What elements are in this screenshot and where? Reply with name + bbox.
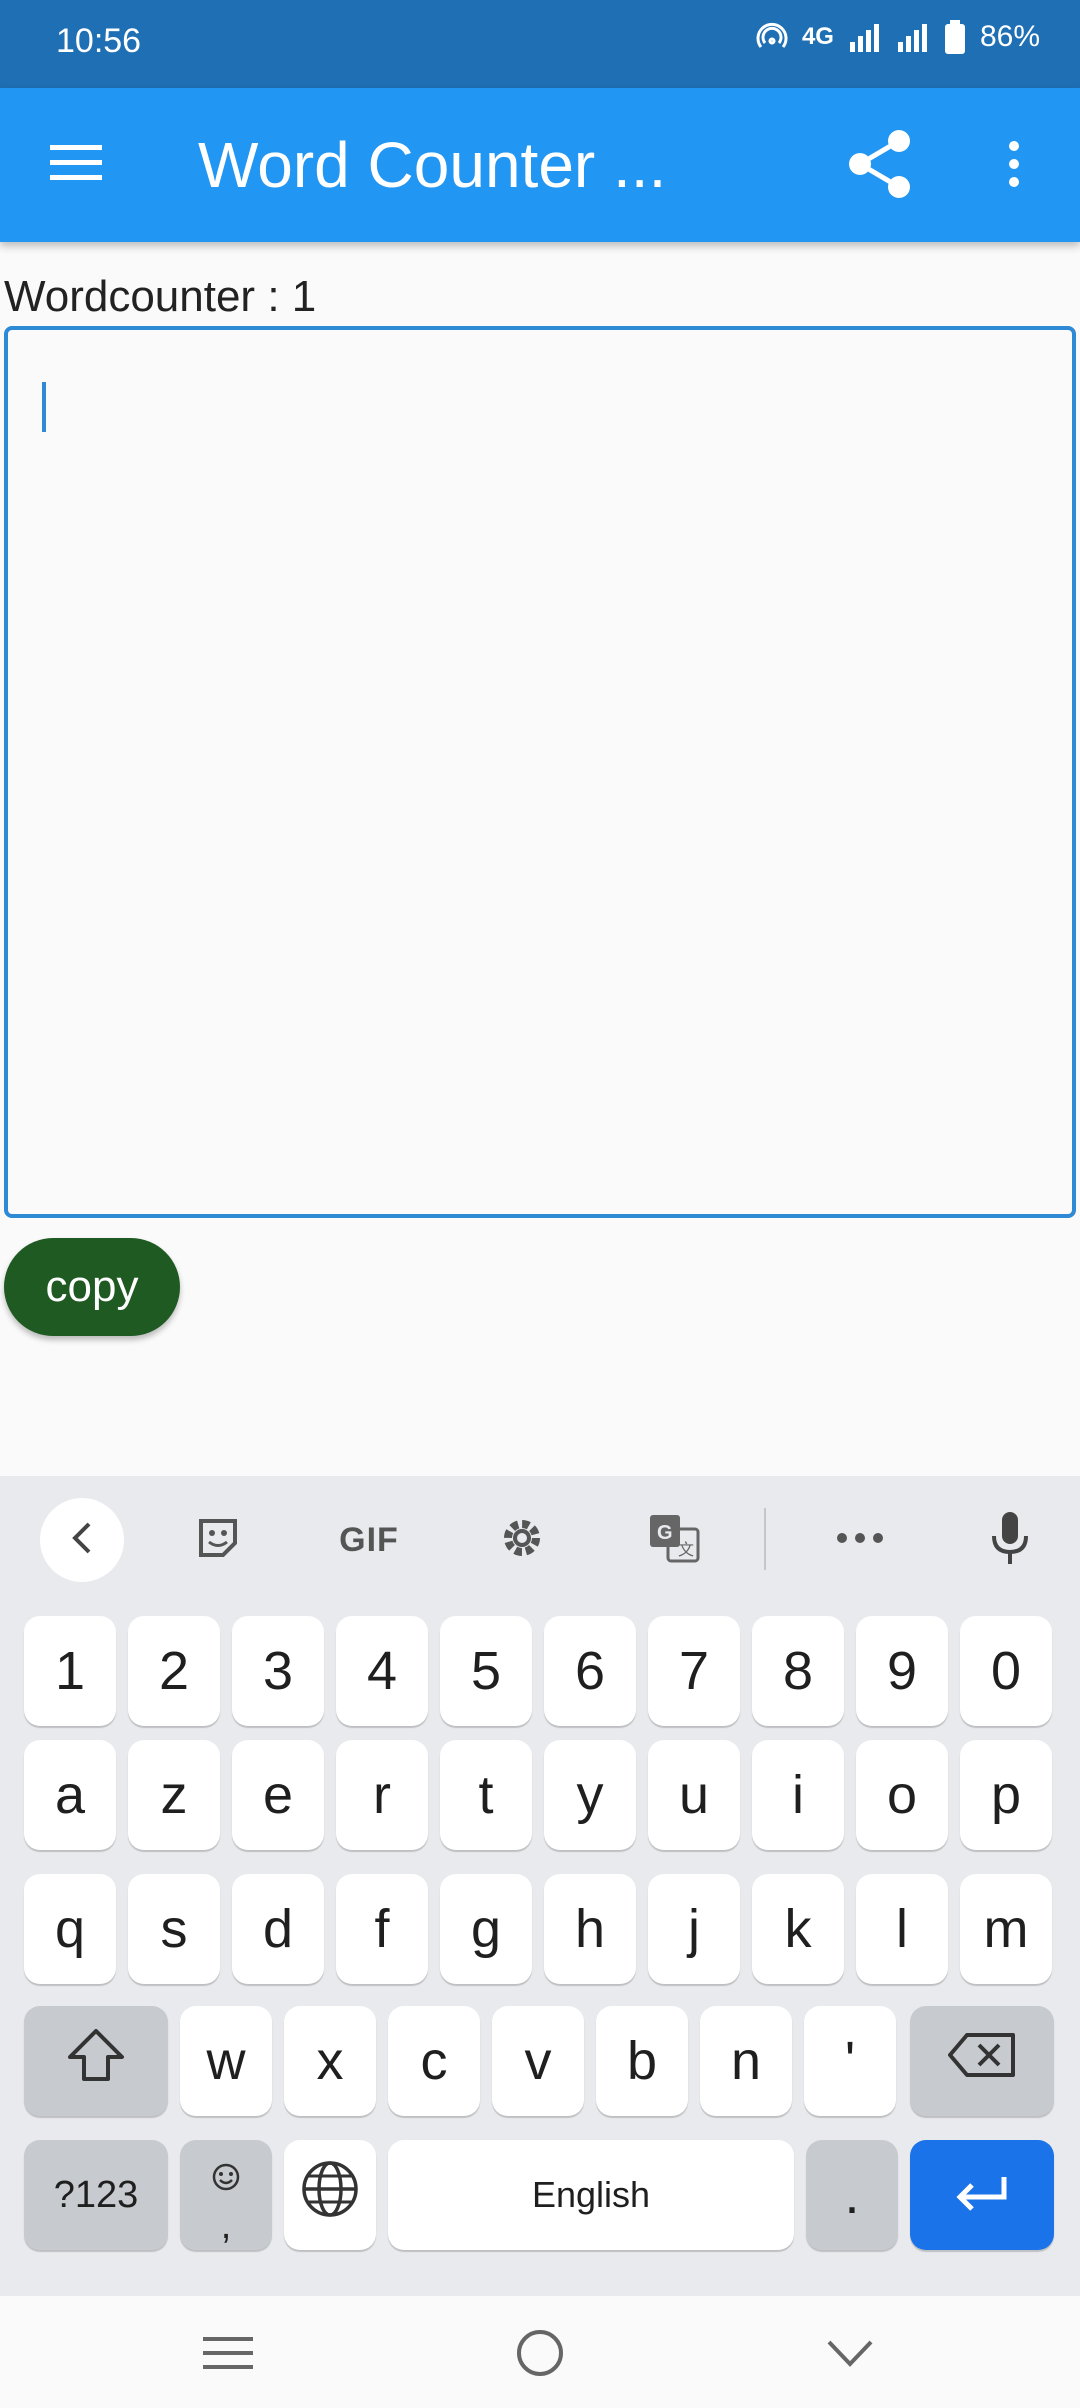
battery-level: 86%: [979, 20, 1040, 53]
key-e[interactable]: e: [232, 1740, 324, 1850]
navigation-bar: [0, 2296, 1080, 2408]
back-button[interactable]: [815, 2320, 885, 2390]
more-icon: [836, 1531, 884, 1549]
key-q[interactable]: q: [24, 1874, 116, 1984]
word-count-label: Wordcounter : 1: [4, 272, 317, 321]
key-l[interactable]: l: [856, 1874, 948, 1984]
comma-label: ,: [220, 2204, 232, 2247]
key-f[interactable]: f: [336, 1874, 428, 1984]
key-x[interactable]: x: [284, 2006, 376, 2116]
chevron-down-icon: [825, 2338, 875, 2373]
key-3[interactable]: 3: [232, 1616, 324, 1726]
key-m[interactable]: m: [960, 1874, 1052, 1984]
voice-input-button[interactable]: [968, 1498, 1052, 1582]
status-icons: 4G 86%: [756, 20, 1040, 54]
key-2[interactable]: 2: [128, 1616, 220, 1726]
key-v[interactable]: v: [492, 2006, 584, 2116]
key-y[interactable]: y: [544, 1740, 636, 1850]
emoji-comma-key[interactable]: ,: [180, 2140, 272, 2250]
key-7[interactable]: 7: [648, 1616, 740, 1726]
signal-icon-2: [896, 22, 930, 52]
shift-key[interactable]: [24, 2006, 168, 2116]
key-i[interactable]: i: [752, 1740, 844, 1850]
copy-button[interactable]: copy: [4, 1238, 180, 1336]
key-c[interactable]: c: [388, 2006, 480, 2116]
key-n[interactable]: n: [700, 2006, 792, 2116]
key-w[interactable]: w: [180, 2006, 272, 2116]
enter-key[interactable]: [910, 2140, 1054, 2250]
more-vert-icon: [1008, 140, 1020, 193]
key-z[interactable]: z: [128, 1740, 220, 1850]
menu-icon: [50, 143, 102, 188]
mic-icon: [990, 1510, 1030, 1571]
svg-text:G: G: [657, 1522, 673, 1544]
key-4[interactable]: 4: [336, 1616, 428, 1726]
share-icon: [847, 129, 913, 204]
backspace-icon: [947, 2030, 1017, 2092]
key-1[interactable]: 1: [24, 1616, 116, 1726]
toolbar-divider: [764, 1508, 766, 1570]
recents-icon: [203, 2333, 253, 2378]
key-g[interactable]: g: [440, 1874, 532, 1984]
translate-icon: G文: [648, 1513, 700, 1568]
key-5[interactable]: 5: [440, 1616, 532, 1726]
keyboard: GIF G文 1 2 3 4 5 6 7 8 9 0 a z e r t y u…: [0, 1476, 1080, 2296]
key-a[interactable]: a: [24, 1740, 116, 1850]
emoji-icon: [211, 2143, 241, 2205]
home-icon: [515, 2328, 565, 2383]
globe-icon: [300, 2159, 360, 2232]
key-d[interactable]: d: [232, 1874, 324, 1984]
text-caret: [42, 382, 46, 432]
keyboard-more-button[interactable]: [818, 1498, 902, 1582]
recent-apps-button[interactable]: [193, 2320, 263, 2390]
enter-icon: [954, 2164, 1010, 2226]
key-h[interactable]: h: [544, 1874, 636, 1984]
key-s[interactable]: s: [128, 1874, 220, 1984]
backspace-key[interactable]: [910, 2006, 1054, 2116]
key-apostrophe[interactable]: ': [804, 2006, 896, 2116]
key-b[interactable]: b: [596, 2006, 688, 2116]
key-r[interactable]: r: [336, 1740, 428, 1850]
status-time: 10:56: [56, 22, 142, 60]
key-j[interactable]: j: [648, 1874, 740, 1984]
key-0[interactable]: 0: [960, 1616, 1052, 1726]
more-options-button[interactable]: [984, 126, 1044, 206]
keyboard-toolbar: GIF G文: [0, 1476, 1080, 1602]
key-9[interactable]: 9: [856, 1616, 948, 1726]
share-button[interactable]: [840, 126, 920, 206]
gif-button[interactable]: GIF: [326, 1498, 412, 1582]
sticker-icon: [195, 1515, 241, 1566]
keyboard-back-button[interactable]: [40, 1498, 124, 1582]
hotspot-icon: [756, 21, 788, 53]
app-bar: Word Counter ...: [0, 88, 1080, 242]
battery-icon: [944, 20, 966, 54]
svg-text:文: 文: [678, 1541, 694, 1559]
menu-button[interactable]: [36, 133, 116, 197]
key-6[interactable]: 6: [544, 1616, 636, 1726]
key-8[interactable]: 8: [752, 1616, 844, 1726]
network-type: 4G: [801, 23, 834, 50]
status-bar: 10:56 4G 86%: [0, 0, 1080, 88]
keyboard-settings-button[interactable]: [480, 1498, 564, 1582]
symbols-key[interactable]: ?123: [24, 2140, 168, 2250]
key-k[interactable]: k: [752, 1874, 844, 1984]
key-o[interactable]: o: [856, 1740, 948, 1850]
shift-icon: [66, 2027, 126, 2096]
home-button[interactable]: [505, 2320, 575, 2390]
back-icon: [70, 1520, 94, 1561]
period-key[interactable]: .: [806, 2140, 898, 2250]
app-title: Word Counter ...: [198, 129, 667, 201]
key-u[interactable]: u: [648, 1740, 740, 1850]
key-p[interactable]: p: [960, 1740, 1052, 1850]
gif-icon: GIF: [339, 1520, 399, 1559]
key-t[interactable]: t: [440, 1740, 532, 1850]
settings-icon: [497, 1513, 547, 1568]
translate-button[interactable]: G文: [632, 1498, 716, 1582]
language-key[interactable]: [284, 2140, 376, 2250]
space-key[interactable]: English: [388, 2140, 794, 2250]
signal-icon: [848, 22, 882, 52]
text-input[interactable]: [4, 326, 1076, 1218]
sticker-button[interactable]: [176, 1498, 260, 1582]
